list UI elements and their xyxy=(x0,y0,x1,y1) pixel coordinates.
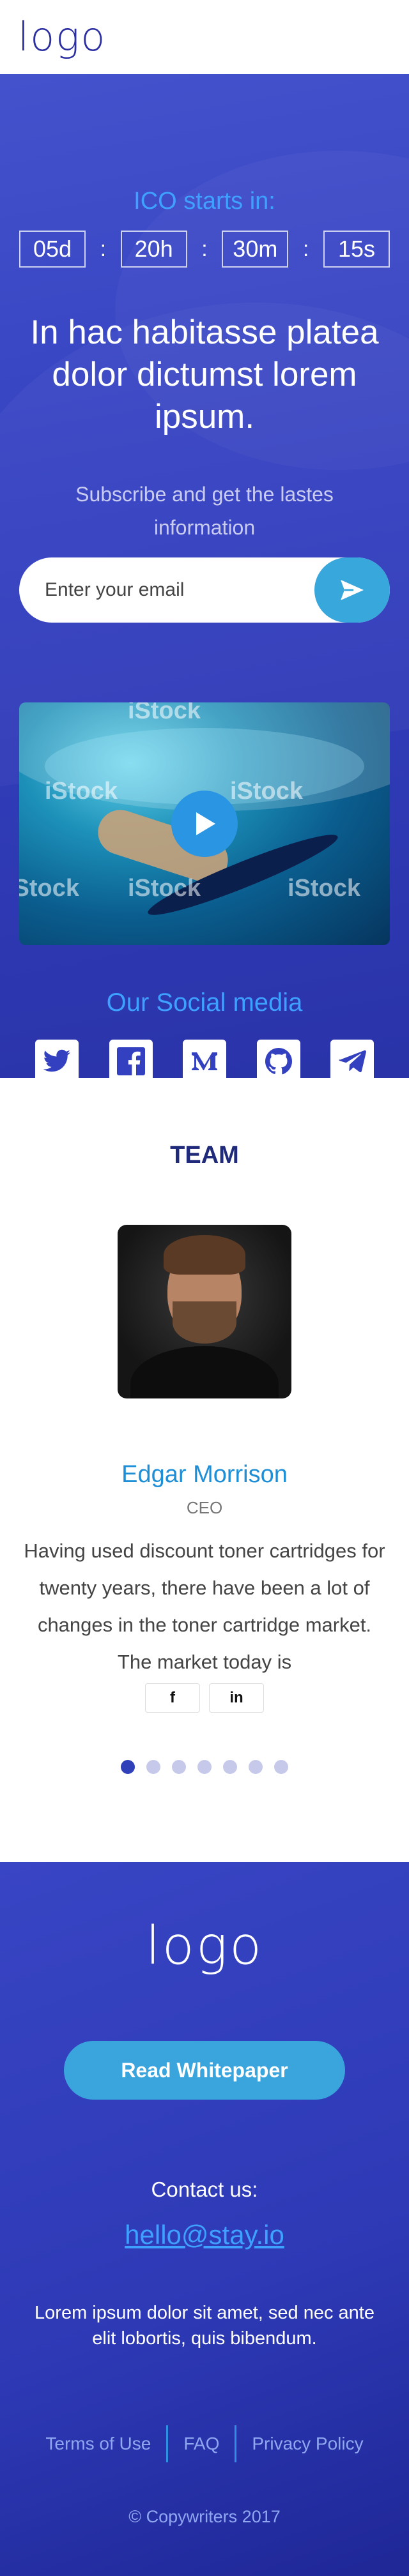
hero-heading: In hac habitasse platea dolor dictumst l… xyxy=(30,314,379,436)
medium-icon[interactable] xyxy=(183,1040,226,1078)
read-whitepaper-button[interactable]: Read Whitepaper xyxy=(64,2041,345,2100)
countdown-minutes: 30m xyxy=(222,231,289,268)
facebook-icon: f xyxy=(170,1689,175,1706)
countdown-days: 05d xyxy=(19,231,86,268)
subscribe-text: Subscribe and get the lastes information xyxy=(75,483,334,539)
countdown-timer: 05d : 20h : 30m : 15s xyxy=(19,231,390,268)
countdown-separator: : xyxy=(100,236,107,261)
footer-nav: Terms of Use FAQ Privacy Policy xyxy=(0,2425,409,2462)
carousel-dot[interactable] xyxy=(249,1760,263,1774)
site-header: logo xyxy=(0,0,409,74)
countdown-seconds: 15s xyxy=(323,231,390,268)
countdown-separator: : xyxy=(201,236,208,261)
play-icon xyxy=(196,812,215,835)
footer-logo[interactable]: logo xyxy=(0,1916,409,1976)
member-name: Edgar Morrison xyxy=(121,1461,288,1488)
site-footer: logo Read Whitepaper Contact us: hello@s… xyxy=(0,1862,409,2576)
carousel-dot[interactable] xyxy=(223,1760,237,1774)
video-watermark: iStock xyxy=(288,875,361,902)
team-section: TEAM Edgar Morrison CEO Having used disc… xyxy=(0,1078,409,1862)
member-photo xyxy=(118,1225,291,1398)
photo-hair xyxy=(164,1235,245,1275)
header-logo[interactable]: logo xyxy=(18,17,106,57)
subscribe-form xyxy=(19,557,390,623)
photo-body xyxy=(130,1346,279,1398)
telegram-icon[interactable] xyxy=(330,1040,374,1078)
subscribe-send-button[interactable] xyxy=(314,557,390,623)
social-media-title: Our Social media xyxy=(106,989,303,1017)
video-play-button[interactable] xyxy=(171,791,238,857)
faq-link[interactable]: FAQ xyxy=(168,2434,235,2454)
hero-section: ICO starts in: 05d : 20h : 30m : 15s In … xyxy=(0,74,409,1078)
photo-beard xyxy=(173,1301,236,1344)
video-watermark: iStock xyxy=(230,778,304,805)
github-icon[interactable] xyxy=(256,1040,300,1078)
email-input[interactable] xyxy=(19,557,314,623)
countdown-separator: : xyxy=(302,236,309,261)
send-icon xyxy=(341,580,364,600)
carousel-dot[interactable] xyxy=(172,1760,186,1774)
video-watermark: iStock xyxy=(128,702,201,724)
carousel-dot[interactable] xyxy=(197,1760,212,1774)
carousel-dot[interactable] xyxy=(274,1760,288,1774)
carousel-dot[interactable] xyxy=(146,1760,160,1774)
privacy-policy-link[interactable]: Privacy Policy xyxy=(236,2434,378,2454)
member-linkedin-button[interactable]: in xyxy=(209,1683,264,1713)
video-watermark: iStock xyxy=(45,778,118,805)
facebook-icon[interactable] xyxy=(109,1040,153,1078)
ico-countdown-title: ICO starts in: xyxy=(134,188,275,215)
team-title: TEAM xyxy=(170,1142,239,1169)
social-media-links xyxy=(35,1040,374,1078)
video-watermark: iStock xyxy=(128,875,201,902)
member-bio: Having used discount toner cartridges fo… xyxy=(24,1540,385,1673)
promo-video[interactable]: iStock iStock iStock iStock iStock iStoc… xyxy=(19,702,390,945)
member-role: CEO xyxy=(186,1498,223,1517)
carousel-pagination xyxy=(0,1760,409,1774)
member-facebook-button[interactable]: f xyxy=(145,1683,200,1713)
contact-email-link[interactable]: hello@stay.io xyxy=(0,2220,409,2250)
terms-of-use-link[interactable]: Terms of Use xyxy=(30,2434,166,2454)
footer-text: Lorem ipsum dolor sit amet, sed nec ante… xyxy=(35,2303,374,2349)
copyright-text: © Copywriters 2017 xyxy=(128,2507,281,2526)
video-watermark: iStock xyxy=(19,875,80,902)
twitter-icon[interactable] xyxy=(35,1040,79,1078)
carousel-dot[interactable] xyxy=(121,1760,135,1774)
member-social-links: f in xyxy=(0,1683,409,1713)
linkedin-icon: in xyxy=(229,1689,243,1706)
countdown-hours: 20h xyxy=(120,231,187,268)
contact-label: Contact us: xyxy=(151,2178,258,2201)
